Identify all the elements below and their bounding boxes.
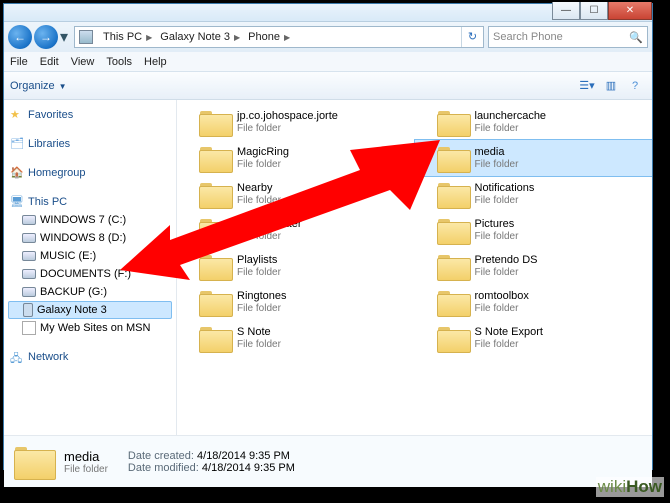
- view-button[interactable]: ☰▾: [576, 76, 598, 96]
- details-pane: media File folder Date created: 4/18/201…: [4, 435, 652, 487]
- folder-item[interactable]: NotificationsFile folder: [415, 176, 653, 212]
- nav-drive-e[interactable]: MUSIC (E:): [4, 247, 176, 265]
- search-placeholder: Search Phone: [493, 31, 563, 43]
- details-name: media: [64, 449, 108, 464]
- crumb-thispc[interactable]: This PC▶: [97, 27, 154, 47]
- forward-button[interactable]: →: [34, 25, 58, 49]
- nav-drive-c[interactable]: WINDOWS 7 (C:): [4, 211, 176, 229]
- folder-icon: [199, 109, 231, 135]
- folder-icon: [437, 325, 469, 351]
- folder-item[interactable]: S Note ExportFile folder: [415, 320, 653, 356]
- menu-view[interactable]: View: [71, 56, 95, 68]
- preview-pane-button[interactable]: ▥: [600, 76, 622, 96]
- folder-icon: [199, 145, 231, 171]
- nav-libraries[interactable]: 🗂Libraries: [4, 135, 176, 153]
- folder-icon: [199, 325, 231, 351]
- watermark: wikiHow: [596, 477, 664, 497]
- folder-icon: [14, 445, 54, 479]
- nav-thispc[interactable]: 🖥This PC: [4, 193, 176, 211]
- folder-item[interactable]: NearbyFile folder: [177, 176, 415, 212]
- maximize-button[interactable]: ☐: [580, 2, 608, 20]
- pc-icon: [79, 30, 93, 44]
- folder-item[interactable]: romtoolboxFile folder: [415, 284, 653, 320]
- search-box[interactable]: Search Phone 🔍: [488, 26, 648, 48]
- folder-icon: [437, 181, 469, 207]
- crumb-phone[interactable]: Phone▶: [242, 27, 292, 47]
- explorer-window: — ☐ ✕ ← → ▾ This PC▶ Galaxy Note 3▶ Phon…: [3, 3, 653, 470]
- details-type: File folder: [64, 464, 108, 475]
- navigation-pane[interactable]: ★Favorites 🗂Libraries 🏠Homegroup 🖥This P…: [4, 100, 177, 435]
- folder-item[interactable]: RingtonesFile folder: [177, 284, 415, 320]
- folder-icon: [199, 289, 231, 315]
- nav-drive-g[interactable]: BACKUP (G:): [4, 283, 176, 301]
- folder-icon: [437, 109, 469, 135]
- refresh-button[interactable]: ↻: [461, 27, 483, 47]
- folder-icon: [437, 145, 469, 171]
- back-button[interactable]: ←: [8, 25, 32, 49]
- crumb-device[interactable]: Galaxy Note 3▶: [154, 27, 242, 47]
- nav-network[interactable]: 🖧Network: [4, 348, 176, 366]
- nav-msn[interactable]: My Web Sites on MSN: [4, 319, 176, 337]
- folder-icon: [437, 253, 469, 279]
- minimize-button[interactable]: —: [552, 2, 580, 20]
- menu-file[interactable]: File: [10, 56, 28, 68]
- address-bar[interactable]: This PC▶ Galaxy Note 3▶ Phone▶ ↻: [74, 26, 484, 48]
- nav-homegroup[interactable]: 🏠Homegroup: [4, 164, 176, 182]
- folder-item[interactable]: PlaylistsFile folder: [177, 248, 415, 284]
- folder-item[interactable]: launchercacheFile folder: [415, 104, 653, 140]
- help-button[interactable]: ?: [624, 76, 646, 96]
- command-bar: Organize▼ ☰▾ ▥ ?: [4, 72, 652, 100]
- folder-icon: [437, 217, 469, 243]
- file-list[interactable]: jp.co.johospace.jorteFile folderlauncher…: [177, 100, 652, 435]
- folder-item[interactable]: Pretendo DSFile folder: [415, 248, 653, 284]
- menu-edit[interactable]: Edit: [40, 56, 59, 68]
- history-dropdown[interactable]: ▾: [60, 27, 70, 47]
- folder-icon: [199, 253, 231, 279]
- folder-icon: [199, 217, 231, 243]
- folder-icon: [199, 181, 231, 207]
- close-button[interactable]: ✕: [608, 2, 652, 20]
- folder-item[interactable]: mediaFile folder: [415, 140, 653, 176]
- nav-row: ← → ▾ This PC▶ Galaxy Note 3▶ Phone▶ ↻ S…: [4, 22, 652, 52]
- menu-tools[interactable]: Tools: [106, 56, 132, 68]
- search-icon: 🔍: [629, 31, 643, 44]
- folder-item[interactable]: S NoteFile folder: [177, 320, 415, 356]
- nav-phone[interactable]: Galaxy Note 3: [8, 301, 172, 319]
- menu-bar: File Edit View Tools Help: [4, 52, 652, 72]
- title-bar[interactable]: — ☐ ✕: [4, 4, 652, 22]
- folder-item[interactable]: PicturesFile folder: [415, 212, 653, 248]
- folder-item[interactable]: MagicRingFile folder: [177, 140, 415, 176]
- organize-button[interactable]: Organize▼: [10, 80, 67, 92]
- menu-help[interactable]: Help: [144, 56, 167, 68]
- folder-icon: [437, 289, 469, 315]
- folder-item[interactable]: OTA-UpdaterFile folder: [177, 212, 415, 248]
- folder-item[interactable]: jp.co.johospace.jorteFile folder: [177, 104, 415, 140]
- nav-favorites[interactable]: ★Favorites: [4, 106, 176, 124]
- nav-drive-f[interactable]: DOCUMENTS (F:): [4, 265, 176, 283]
- nav-drive-d[interactable]: WINDOWS 8 (D:): [4, 229, 176, 247]
